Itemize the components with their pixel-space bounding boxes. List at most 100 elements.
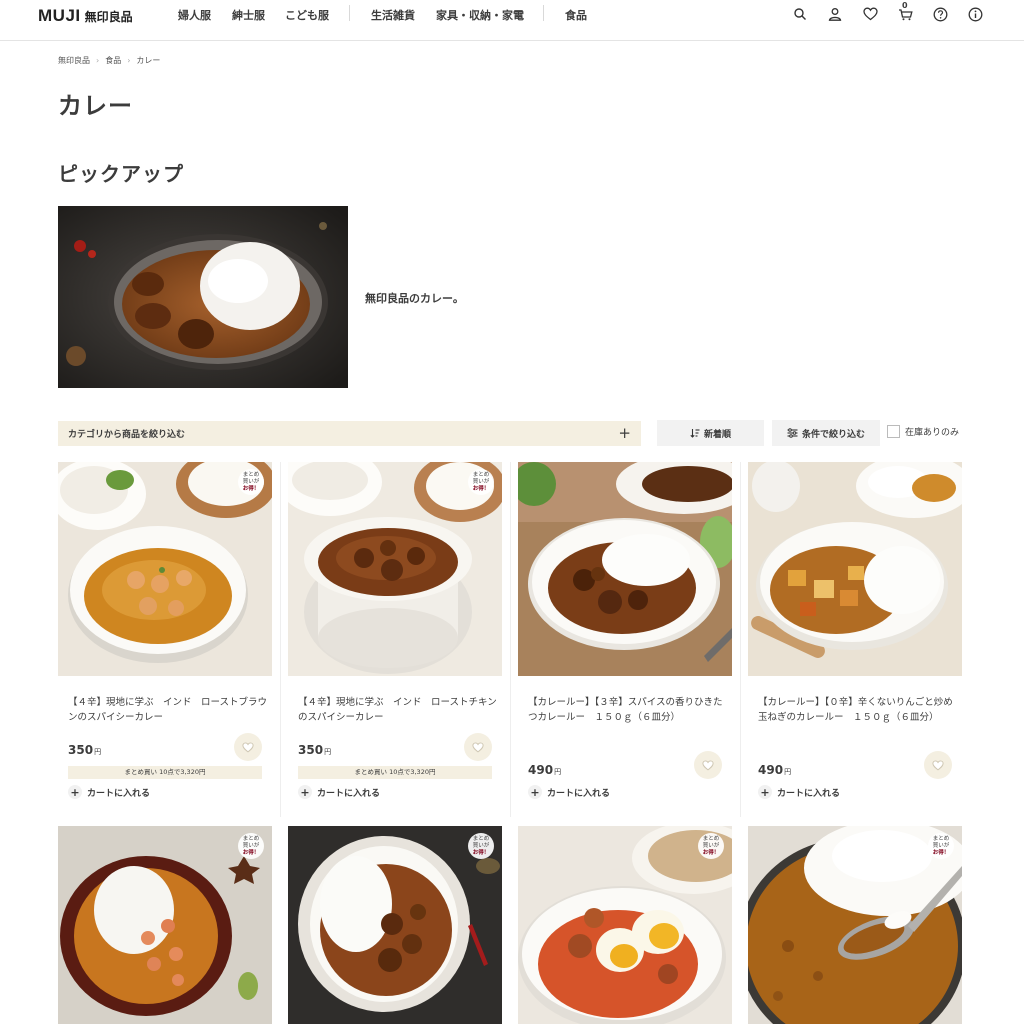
nav-divider	[543, 5, 544, 21]
nav-food[interactable]: 食品	[565, 7, 587, 23]
price-unit: 円	[94, 748, 102, 756]
product-price: 490円	[528, 763, 561, 777]
cart-icon[interactable]: 0	[896, 1, 914, 23]
site-header: MUJI 無印良品 婦人服 紳士服 こども服 生活雑貨 家具・収納・家電 食品 …	[0, 0, 1024, 41]
product-image[interactable]: まとめ 買いが お得！	[288, 462, 502, 676]
search-icon[interactable]	[791, 5, 809, 23]
category-filter-toggle[interactable]: カテゴリから商品を絞り込む +	[58, 421, 641, 446]
breadcrumb-home[interactable]: 無印良品	[58, 55, 90, 66]
product-card[interactable]: まとめ 買いが お得！	[748, 826, 962, 1024]
add-to-cart-button[interactable]: + カートに入れる	[528, 785, 610, 799]
product-card[interactable]: まとめ 買いが お得！ 【４辛】現地に学ぶ インド ローストチキンのスパイシーカ…	[288, 462, 502, 817]
plus-icon: +	[298, 785, 312, 799]
badge-line-2: 買いが	[932, 842, 950, 849]
favorite-button[interactable]	[464, 733, 492, 761]
badge-line-3: お得！	[242, 485, 260, 492]
product-card[interactable]: まとめ 買いが お得！ 【４辛】現地に学ぶ インド ローストブラウンのスパイシー…	[58, 462, 272, 817]
badge-line-2: 買いが	[702, 842, 720, 849]
user-icon[interactable]	[826, 5, 844, 23]
bulk-deal-badge: まとめ 買いが お得！	[468, 833, 494, 859]
price-value: 350	[68, 743, 94, 757]
product-image[interactable]	[518, 462, 732, 676]
heart-icon	[932, 759, 944, 770]
nav-divider	[349, 5, 350, 21]
badge-line-1: まとめ	[472, 471, 490, 478]
in-stock-toggle[interactable]: 在庫ありのみ	[887, 425, 959, 438]
muji-logo[interactable]: MUJI 無印良品	[38, 6, 133, 26]
nav-furniture[interactable]: 家具・収納・家電	[436, 7, 524, 23]
add-to-cart-label: カートに入れる	[547, 788, 611, 799]
badge-line-1: まとめ	[472, 835, 490, 842]
nav-household[interactable]: 生活雑貨	[371, 7, 415, 23]
card-divider	[510, 462, 511, 817]
product-image[interactable]: まとめ 買いが お得！	[748, 826, 962, 1024]
sliders-icon	[787, 428, 798, 438]
badge-line-3: お得！	[702, 849, 720, 856]
add-to-cart-button[interactable]: + カートに入れる	[68, 785, 150, 799]
product-image[interactable]: まとめ 買いが お得！	[58, 462, 272, 676]
pickup-image[interactable]	[58, 206, 348, 388]
product-price: 490円	[758, 763, 791, 777]
bulk-price-note: まとめ買い 10点で3,320円	[68, 766, 262, 779]
product-name[interactable]: 【４辛】現地に学ぶ インド ローストブラウンのスパイシーカレー	[68, 695, 268, 725]
price-value: 350	[298, 743, 324, 757]
breadcrumb-food[interactable]: 食品	[105, 55, 121, 66]
product-image[interactable]: まとめ 買いが お得！	[518, 826, 732, 1024]
logo-jp: 無印良品	[84, 10, 133, 24]
price-value: 490	[758, 763, 784, 777]
add-to-cart-button[interactable]: + カートに入れる	[758, 785, 840, 799]
product-image[interactable]	[748, 462, 962, 676]
product-card[interactable]: 【カレールー】【３辛】スパイスの香りひきたつカレールー １５０ｇ（６皿分） 49…	[518, 462, 732, 817]
plus-icon: +	[618, 424, 631, 442]
bulk-deal-badge: まとめ 買いが お得！	[238, 469, 264, 495]
chevron-right-icon: ›	[96, 56, 100, 65]
product-name[interactable]: 【カレールー】【３辛】スパイスの香りひきたつカレールー １５０ｇ（６皿分）	[528, 695, 728, 725]
logo-en: MUJI	[38, 6, 81, 25]
badge-line-2: 買いが	[472, 478, 490, 485]
nav-womens[interactable]: 婦人服	[178, 7, 211, 23]
help-icon[interactable]	[931, 5, 949, 23]
bulk-deal-badge: まとめ 買いが お得！	[928, 833, 954, 859]
in-stock-label: 在庫ありのみ	[905, 428, 960, 438]
price-unit: 円	[324, 748, 332, 756]
badge-line-3: お得！	[472, 849, 490, 856]
card-divider	[740, 462, 741, 817]
sort-label: 新着順	[703, 429, 731, 440]
favorite-button[interactable]	[924, 751, 952, 779]
favorite-button[interactable]	[234, 733, 262, 761]
card-divider	[280, 462, 281, 817]
info-icon[interactable]	[966, 5, 984, 23]
product-name[interactable]: 【カレールー】【０辛】辛くないりんごと炒め玉ねぎのカレールー １５０ｇ（６皿分）	[758, 695, 958, 725]
price-value: 490	[528, 763, 554, 777]
badge-line-2: 買いが	[242, 842, 260, 849]
bulk-price-note: まとめ買い 10点で3,320円	[298, 766, 492, 779]
pickup-text-link[interactable]: 無印良品のカレー。	[365, 290, 464, 306]
section-title-pickup: ピックアップ	[58, 162, 184, 186]
sort-button[interactable]: 新着順	[657, 420, 764, 446]
badge-line-1: まとめ	[242, 835, 260, 842]
bulk-deal-badge: まとめ 買いが お得！	[468, 469, 494, 495]
in-stock-checkbox[interactable]	[887, 425, 900, 438]
heart-icon[interactable]	[861, 5, 879, 23]
condition-filter-button[interactable]: 条件で絞り込む	[772, 420, 880, 446]
nav-mens[interactable]: 紳士服	[232, 7, 265, 23]
price-unit: 円	[554, 768, 562, 776]
badge-line-3: お得！	[932, 849, 950, 856]
favorite-button[interactable]	[694, 751, 722, 779]
product-image[interactable]: まとめ 買いが お得！	[288, 826, 502, 1024]
add-to-cart-label: カートに入れる	[777, 788, 841, 799]
add-to-cart-button[interactable]: + カートに入れる	[298, 785, 380, 799]
product-card[interactable]: 【カレールー】【０辛】辛くないりんごと炒め玉ねぎのカレールー １５０ｇ（６皿分）…	[748, 462, 962, 817]
product-name[interactable]: 【４辛】現地に学ぶ インド ローストチキンのスパイシーカレー	[298, 695, 498, 725]
badge-line-3: お得！	[472, 485, 490, 492]
add-to-cart-label: カートに入れる	[87, 788, 151, 799]
category-filter-label: カテゴリから商品を絞り込む	[68, 430, 186, 440]
nav-kids[interactable]: こども服	[285, 7, 329, 23]
product-image[interactable]: まとめ 買いが お得！	[58, 826, 272, 1024]
breadcrumb-current: カレー	[136, 56, 161, 65]
product-card[interactable]: まとめ 買いが お得！	[288, 826, 502, 1024]
badge-line-3: お得！	[242, 849, 260, 856]
price-unit: 円	[784, 768, 792, 776]
product-card[interactable]: まとめ 買いが お得！	[58, 826, 272, 1024]
product-card[interactable]: まとめ 買いが お得！	[518, 826, 732, 1024]
